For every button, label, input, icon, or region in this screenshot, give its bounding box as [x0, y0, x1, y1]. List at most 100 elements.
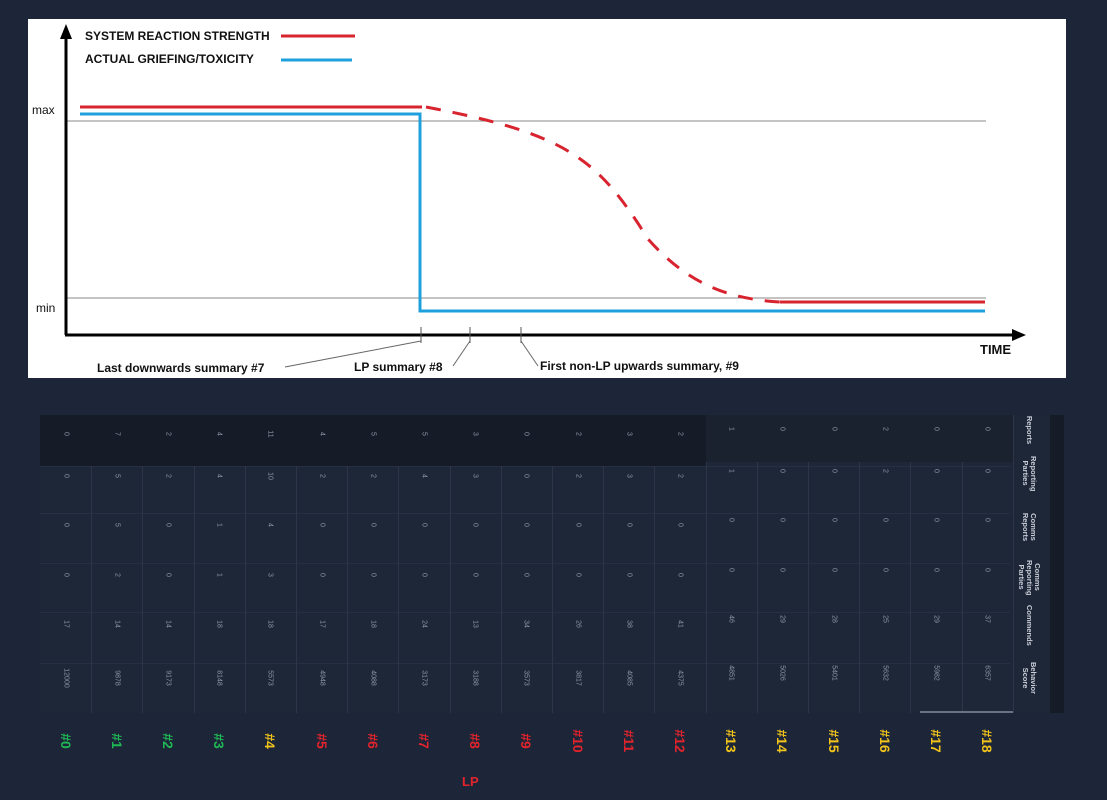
table-cell: 0	[676, 523, 684, 527]
table-cell: 46	[727, 615, 735, 623]
y-tick-min: min	[36, 301, 55, 315]
table-cell: 0	[420, 573, 428, 577]
series-reaction-dashed-decline	[425, 105, 781, 304]
table-cell: 1	[727, 469, 735, 473]
history-table: 0 0 0 0 17 12000 7 5 5 2 14 9878 2 2 0 0 14 9173 4 4 1 1 18 814…	[40, 415, 1064, 713]
legend-label-griefing: ACTUAL GRIEFING/TOXICITY	[85, 52, 254, 66]
summary-label: #16	[876, 729, 893, 753]
summary-label: #5	[313, 733, 330, 749]
table-cell: 0	[471, 523, 479, 527]
table-cell: 28	[830, 615, 838, 623]
table-cell: 0	[983, 518, 991, 522]
chart-svg: max min SYSTEM REACTION STRENGTH ACTUAL …	[32, 24, 1026, 375]
table-cell: 0	[778, 427, 786, 431]
table-header-cell	[91, 415, 143, 466]
table-column: 0 0 0 0 34 3573	[500, 415, 553, 713]
table-row-label: Reports	[1025, 415, 1034, 445]
summary-label: #15	[825, 729, 842, 753]
table-row-label: Comms Reporting Parties	[1017, 560, 1042, 596]
table-column: 1 1 0 0 46 4851	[705, 415, 758, 713]
table-cell: 29	[932, 615, 940, 623]
table-cell: 0	[932, 469, 940, 473]
table-cell: 5	[420, 432, 428, 436]
table-cell: 3173	[420, 670, 428, 686]
table-cell: 0	[881, 518, 889, 522]
table-cell: 2	[881, 469, 889, 473]
table-cell: 5	[113, 474, 121, 478]
table-cell: 14	[164, 620, 172, 628]
table-column: 0 0 0 0 29 5982	[910, 415, 963, 713]
table-cell: 0	[318, 523, 326, 527]
table-cell: 1	[215, 523, 223, 527]
table-cell: 4	[266, 523, 274, 527]
table-cell: 2	[164, 474, 172, 478]
table-cell: 10	[266, 472, 274, 480]
table-header-cell	[500, 415, 552, 466]
table-header-cell	[910, 415, 962, 462]
summary-label: #0	[57, 733, 74, 749]
annotation-summary-8: LP summary #8	[354, 360, 443, 374]
table-cell: 34	[522, 620, 530, 628]
summary-label: #6	[364, 733, 381, 749]
table-cell: 25	[881, 615, 889, 623]
table-cell: 12000	[62, 668, 70, 688]
table-header-cell	[961, 415, 1013, 462]
summary-label: #11	[620, 729, 637, 753]
table-cell: 0	[522, 573, 530, 577]
table-cell: 4948	[318, 670, 326, 686]
table-header-cell	[859, 415, 911, 462]
table-cell: 3	[471, 432, 479, 436]
table-cell: 18	[266, 620, 274, 628]
table-cell: 0	[62, 474, 70, 478]
x-axis-arrow	[1012, 329, 1026, 341]
table-cell: 2	[676, 432, 684, 436]
summary-label: #1	[108, 733, 125, 749]
table-cell: 1	[215, 573, 223, 577]
table-cell: 0	[983, 568, 991, 572]
table-column: 3 3 0 0 13 3188	[449, 415, 502, 713]
table-cell: 7	[113, 432, 121, 436]
summary-label: #13	[723, 729, 740, 753]
legend-label-reaction: SYSTEM REACTION STRENGTH	[85, 29, 270, 43]
table-cell: 0	[164, 523, 172, 527]
table-cell: 38	[625, 620, 633, 628]
table-cell: 2	[676, 474, 684, 478]
table-cell: 4	[215, 432, 223, 436]
table-cell: 5573	[266, 670, 274, 686]
table-cell: 0	[164, 573, 172, 577]
table-column: 2 2 0 0 14 9173	[142, 415, 195, 713]
table-cell: 2	[369, 474, 377, 478]
table-cell: 0	[369, 523, 377, 527]
y-axis-arrow	[60, 24, 72, 39]
table-column: 0 0 0 0 28 5401	[808, 415, 861, 713]
table-header-cell	[193, 415, 245, 466]
table-cell: 0	[778, 469, 786, 473]
table-cell: 17	[62, 620, 70, 628]
table-cell: 0	[62, 432, 70, 436]
table-column: 5 4 0 0 24 3173	[398, 415, 451, 713]
chart-panel: max min SYSTEM REACTION STRENGTH ACTUAL …	[28, 19, 1066, 378]
table-cell: 2	[574, 432, 582, 436]
table-cell: 0	[62, 523, 70, 527]
summary-label: #18	[979, 729, 996, 753]
table-header-cell	[142, 415, 194, 466]
table-cell: 0	[778, 568, 786, 572]
table-cell: 2	[164, 432, 172, 436]
summary-label: #8	[467, 733, 484, 749]
table-header-cell	[449, 415, 501, 466]
table-cell: 4	[215, 474, 223, 478]
summary-label: #7	[416, 733, 432, 749]
table-header-cell	[705, 415, 757, 462]
table-column: 2 2 0 0 26 3817	[552, 415, 605, 713]
table-cell: 14	[113, 620, 121, 628]
table-column: 0 0 0 0 37 6357	[961, 415, 1014, 713]
table-cell: 2	[318, 474, 326, 478]
table-cell: 0	[830, 518, 838, 522]
table-cell: 0	[778, 518, 786, 522]
summary-label: #4	[262, 733, 279, 749]
table-cell: 0	[574, 573, 582, 577]
table-cell: 5982	[932, 665, 940, 681]
table-cell: 0	[574, 523, 582, 527]
table-column: 4 4 1 1 18 8148	[193, 415, 246, 713]
x-axis-label: TIME	[980, 342, 1011, 357]
